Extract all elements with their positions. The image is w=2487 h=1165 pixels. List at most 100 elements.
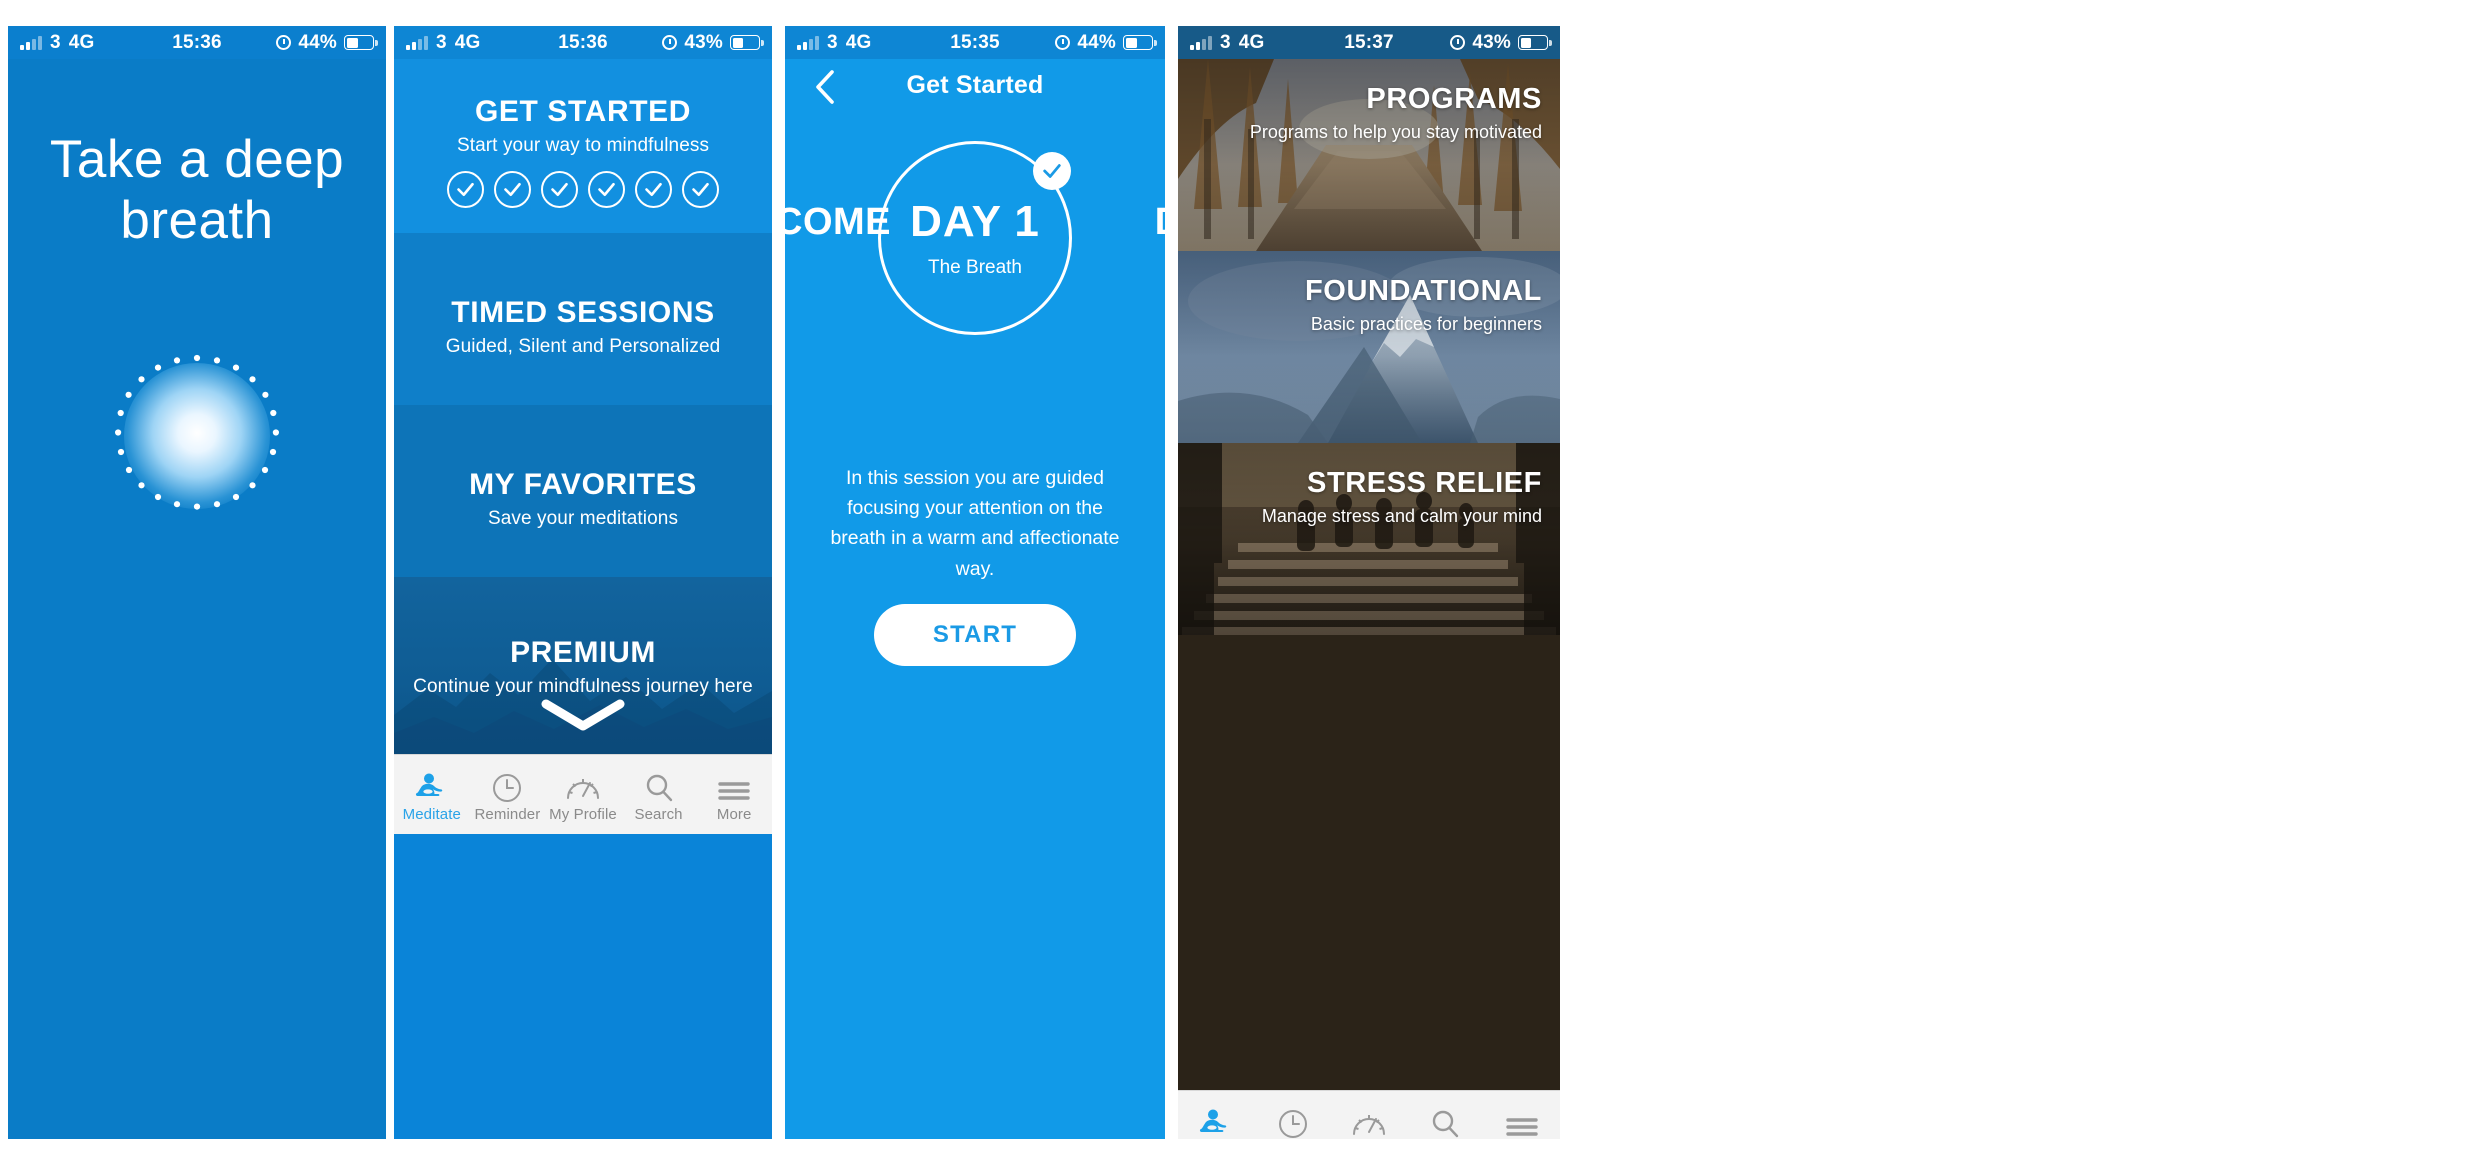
menu-subtitle: Start your way to mindfulness <box>456 135 710 156</box>
carrier-name: 3 <box>827 31 838 53</box>
navigation-bar: Get Started <box>785 59 1165 119</box>
breathing-orb[interactable] <box>112 351 282 521</box>
status-bar: 3 4G 15:36 44% <box>8 26 386 59</box>
menu-item-my-favorites[interactable]: MY FAVORITES Save your meditations <box>394 405 772 577</box>
battery-icon <box>730 35 764 50</box>
battery-percent: 44% <box>1077 31 1116 53</box>
breathe-title-line2: breath <box>120 191 274 251</box>
alarm-icon <box>1450 35 1466 50</box>
status-bar: 3 4G 15:37 43% <box>1178 26 1560 59</box>
program-card-foundational[interactable]: FOUNDATIONAL Basic practices for beginne… <box>1178 251 1560 443</box>
search-icon <box>1430 1103 1460 1139</box>
search-icon <box>644 767 674 803</box>
meditate-icon <box>1196 1103 1236 1139</box>
check-circle-icon[interactable] <box>588 171 625 208</box>
status-bar: 3 4G 15:35 44% <box>785 26 1165 59</box>
phone-screen-breathe: 3 4G 15:36 44% Take a deep breath <box>8 26 386 1139</box>
tab-more[interactable]: More <box>1484 1103 1560 1140</box>
day-subtitle: The Breath <box>928 257 1022 278</box>
battery-percent: 44% <box>298 31 337 53</box>
tab-my-profile[interactable]: My Profile <box>545 767 621 823</box>
gauge-icon <box>566 767 600 803</box>
breathe-screen: Take a deep breath <box>8 59 386 1139</box>
menu-item-timed-sessions[interactable]: TIMED SESSIONS Guided, Silent and Person… <box>394 233 772 405</box>
check-circle-icon[interactable] <box>682 171 719 208</box>
tab-label: More <box>716 805 752 823</box>
phone-screen-programs: 3 4G 15:37 43% PROGRAMS Programs to help… <box>1178 26 1560 1139</box>
alarm-icon <box>276 35 292 50</box>
menu-title: GET STARTED <box>474 95 692 128</box>
carousel-next-subtitle: Let <box>1155 260 1165 282</box>
gauge-icon <box>1352 1103 1386 1139</box>
battery-icon <box>1518 35 1552 50</box>
hamburger-icon <box>1506 1103 1538 1139</box>
tab-reminder[interactable]: Reminder <box>1254 1103 1330 1140</box>
hamburger-icon <box>718 767 750 803</box>
carrier-name: 3 <box>50 31 61 53</box>
day-detail-screen: Get Started COME DAY Let DAY 1 The Breat… <box>785 59 1165 1139</box>
battery-icon <box>1123 35 1157 50</box>
tab-search[interactable]: Search <box>1407 1103 1483 1140</box>
menu-subtitle: Continue your mindfulness journey here <box>413 676 753 697</box>
chevron-down-icon[interactable] <box>394 698 772 732</box>
card-title: STRESS RELIEF <box>1307 467 1542 499</box>
alarm-icon <box>662 35 678 50</box>
tab-meditate[interactable]: Meditate <box>394 767 470 823</box>
tab-label: Meditate <box>402 805 461 823</box>
day-carousel[interactable]: COME DAY Let DAY 1 The Breath <box>785 141 1165 391</box>
day-label: DAY 1 <box>910 197 1040 246</box>
breathe-title-line1: Take a deep <box>49 130 345 189</box>
menu-subtitle: Save your meditations <box>487 508 679 529</box>
signal-icon <box>1190 35 1212 50</box>
card-title: PROGRAMS <box>1366 83 1542 115</box>
clock-icon <box>492 767 522 803</box>
clock-icon <box>1278 1103 1308 1139</box>
check-circle-icon[interactable] <box>447 171 484 208</box>
alarm-icon <box>1055 35 1071 50</box>
carousel-prev-label[interactable]: COME <box>785 201 891 244</box>
battery-icon <box>344 35 378 50</box>
tab-label: Search <box>634 805 683 823</box>
back-chevron-icon[interactable] <box>805 67 845 107</box>
phone-screen-meditate-menu: 3 4G 15:36 43% GET STARTED Start your wa… <box>394 26 772 1139</box>
network-type: 4G <box>68 31 95 53</box>
program-card-stress-relief[interactable]: STRESS RELIEF Manage stress and calm you… <box>1178 443 1560 635</box>
current-day-circle[interactable]: DAY 1 The Breath <box>878 141 1072 335</box>
progress-checks <box>394 171 772 208</box>
menu-item-premium[interactable]: PREMIUM Continue your mindfulness journe… <box>394 577 772 754</box>
battery-percent: 43% <box>684 31 723 53</box>
carousel-next-item[interactable]: DAY Let <box>1155 201 1165 282</box>
signal-icon <box>406 35 428 50</box>
menu-item-get-started[interactable]: GET STARTED Start your way to mindfulnes… <box>394 59 772 233</box>
breathe-title: Take a deep breath <box>8 129 386 252</box>
card-subtitle: Basic practices for beginners <box>1310 314 1542 334</box>
check-circle-icon[interactable] <box>635 171 672 208</box>
check-circle-icon[interactable] <box>494 171 531 208</box>
start-button[interactable]: START <box>874 604 1076 666</box>
tab-reminder[interactable]: Reminder <box>470 767 546 823</box>
bottom-tab-bar: Meditate Reminder My Profile Search <box>1178 1090 1560 1139</box>
tab-my-profile[interactable]: My Profile <box>1331 1103 1407 1140</box>
card-title: FOUNDATIONAL <box>1304 275 1542 307</box>
menu-title: MY FAVORITES <box>469 468 697 501</box>
network-type: 4G <box>845 31 872 53</box>
tab-meditate[interactable]: Meditate <box>1178 1103 1254 1140</box>
signal-icon <box>20 35 42 50</box>
card-subtitle: Programs to help you stay motivated <box>1249 122 1542 142</box>
programs-list-continuation <box>1178 635 1560 1090</box>
tab-more[interactable]: More <box>696 767 772 823</box>
carrier-name: 3 <box>436 31 447 53</box>
menu-subtitle: Guided, Silent and Personalized <box>445 336 721 357</box>
check-circle-icon <box>1033 152 1071 190</box>
signal-icon <box>797 35 819 50</box>
check-circle-icon[interactable] <box>541 171 578 208</box>
phone-screen-get-started-day: 3 4G 15:35 44% Get Started COME DAY 1 Th… <box>785 26 1165 1139</box>
bottom-tab-bar: Meditate Reminder My Profile Search <box>394 754 772 834</box>
carrier-name: 3 <box>1220 31 1231 53</box>
tab-search[interactable]: Search <box>621 767 697 823</box>
meditate-icon <box>412 767 452 803</box>
network-type: 4G <box>454 31 481 53</box>
program-card-programs[interactable]: PROGRAMS Programs to help you stay motiv… <box>1178 59 1560 251</box>
status-bar: 3 4G 15:36 43% <box>394 26 772 59</box>
orb-dot-ring <box>115 354 279 510</box>
